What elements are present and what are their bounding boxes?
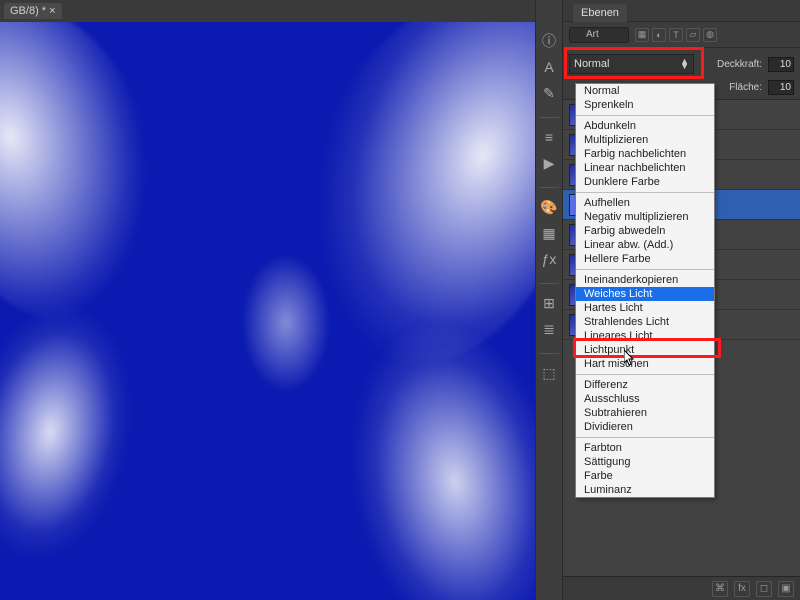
adjust-icon[interactable]: ≡ bbox=[538, 126, 560, 148]
ruler-icon[interactable]: ⊞ bbox=[538, 292, 560, 314]
dropdown-separator bbox=[576, 374, 714, 375]
mask-icon[interactable]: ◻ bbox=[756, 581, 772, 597]
fx-icon[interactable]: ƒx bbox=[538, 248, 560, 270]
opacity-input[interactable] bbox=[768, 57, 794, 72]
link-layers-icon[interactable]: ⌘ bbox=[712, 581, 728, 597]
3d-icon[interactable]: ⬚ bbox=[538, 362, 560, 384]
blend-mode-option[interactable]: Sprenkeln bbox=[576, 98, 714, 112]
info-icon[interactable]: ⓘ bbox=[538, 30, 560, 52]
blend-mode-option[interactable]: Dunklere Farbe bbox=[576, 175, 714, 189]
blend-mode-option[interactable]: Abdunkeln bbox=[576, 119, 714, 133]
play-icon[interactable]: ▶ bbox=[538, 152, 560, 174]
blend-mode-option[interactable]: Sättigung bbox=[576, 455, 714, 469]
new-group-icon[interactable]: ▣ bbox=[778, 581, 794, 597]
layer-filter-input[interactable] bbox=[569, 27, 629, 43]
grid-icon[interactable]: ▦ bbox=[538, 222, 560, 244]
blend-mode-option[interactable]: Linear abw. (Add.) bbox=[576, 238, 714, 252]
blend-mode-option[interactable]: Ausschluss bbox=[576, 392, 714, 406]
blend-mode-option[interactable]: Linear nachbelichten bbox=[576, 161, 714, 175]
layer-filter-icons: ▦◐T▱◍ bbox=[635, 28, 717, 42]
text-icon[interactable]: A bbox=[538, 56, 560, 78]
cursor-icon bbox=[624, 350, 636, 369]
fill-input[interactable] bbox=[768, 80, 794, 95]
layer-style-icon[interactable]: fx bbox=[734, 581, 750, 597]
blend-mode-option[interactable]: Lichtpunkt bbox=[576, 343, 714, 357]
blend-mode-current: Normal bbox=[574, 58, 609, 70]
canvas-image bbox=[0, 22, 535, 600]
blend-mode-option[interactable]: Aufhellen bbox=[576, 196, 714, 210]
collapsed-panel-strip: ⓘ A ✎ ≡ ▶ 🎨 ▦ ƒx ⊞ ≣ ⬚ bbox=[535, 0, 563, 600]
blend-mode-option[interactable]: Farbe bbox=[576, 469, 714, 483]
filter-filter-icon[interactable]: ◍ bbox=[703, 28, 717, 42]
blend-mode-option[interactable]: Lineares Licht bbox=[576, 329, 714, 343]
document-tab[interactable]: GB/8) * × bbox=[4, 3, 62, 19]
layer-filter-row: ▦◐T▱◍ bbox=[563, 22, 800, 48]
dropdown-separator bbox=[576, 192, 714, 193]
blend-mode-option[interactable]: Farbton bbox=[576, 441, 714, 455]
brush-icon[interactable]: ✎ bbox=[538, 82, 560, 104]
blend-mode-option[interactable]: Normal bbox=[576, 84, 714, 98]
panel-tabs: Ebenen bbox=[563, 0, 800, 22]
canvas[interactable] bbox=[0, 22, 535, 600]
dropdown-separator bbox=[576, 115, 714, 116]
blend-mode-option[interactable]: Ineinanderkopieren bbox=[576, 273, 714, 287]
align-icon[interactable]: ≣ bbox=[538, 318, 560, 340]
blend-mode-dropdown[interactable]: NormalSprenkelnAbdunkelnMultiplizierenFa… bbox=[575, 83, 715, 498]
blend-mode-option[interactable]: Multiplizieren bbox=[576, 133, 714, 147]
layers-footer: ⌘ fx ◻ ▣ bbox=[563, 576, 800, 600]
blend-mode-option[interactable]: Farbig abwedeln bbox=[576, 224, 714, 238]
blend-mode-option[interactable]: Hart mischen bbox=[576, 357, 714, 371]
blend-mode-option[interactable]: Subtrahieren bbox=[576, 406, 714, 420]
blend-opacity-row: Normal ▲▼ Deckkraft: bbox=[563, 48, 800, 80]
blend-mode-option[interactable]: Hellere Farbe bbox=[576, 252, 714, 266]
dropdown-separator bbox=[576, 269, 714, 270]
select-arrows-icon: ▲▼ bbox=[680, 59, 689, 69]
blend-mode-option[interactable]: Weiches Licht bbox=[576, 287, 714, 301]
palette-icon[interactable]: 🎨 bbox=[538, 196, 560, 218]
fill-label: Fläche: bbox=[729, 82, 762, 93]
blend-mode-option[interactable]: Farbig nachbelichten bbox=[576, 147, 714, 161]
filter-text-icon[interactable]: T bbox=[669, 28, 683, 42]
dropdown-separator bbox=[576, 437, 714, 438]
blend-mode-option[interactable]: Differenz bbox=[576, 378, 714, 392]
blend-mode-option[interactable]: Strahlendes Licht bbox=[576, 315, 714, 329]
blend-mode-option[interactable]: Negativ multiplizieren bbox=[576, 210, 714, 224]
blend-mode-option[interactable]: Dividieren bbox=[576, 420, 714, 434]
blend-mode-option[interactable]: Luminanz bbox=[576, 483, 714, 497]
filter-shape-icon[interactable]: ▱ bbox=[686, 28, 700, 42]
opacity-label: Deckkraft: bbox=[717, 59, 762, 70]
blend-mode-select[interactable]: Normal ▲▼ bbox=[569, 54, 694, 74]
filter-image-icon[interactable]: ▦ bbox=[635, 28, 649, 42]
tab-layers[interactable]: Ebenen bbox=[573, 4, 627, 21]
blend-mode-option[interactable]: Hartes Licht bbox=[576, 301, 714, 315]
filter-adjust-icon[interactable]: ◐ bbox=[652, 28, 666, 42]
